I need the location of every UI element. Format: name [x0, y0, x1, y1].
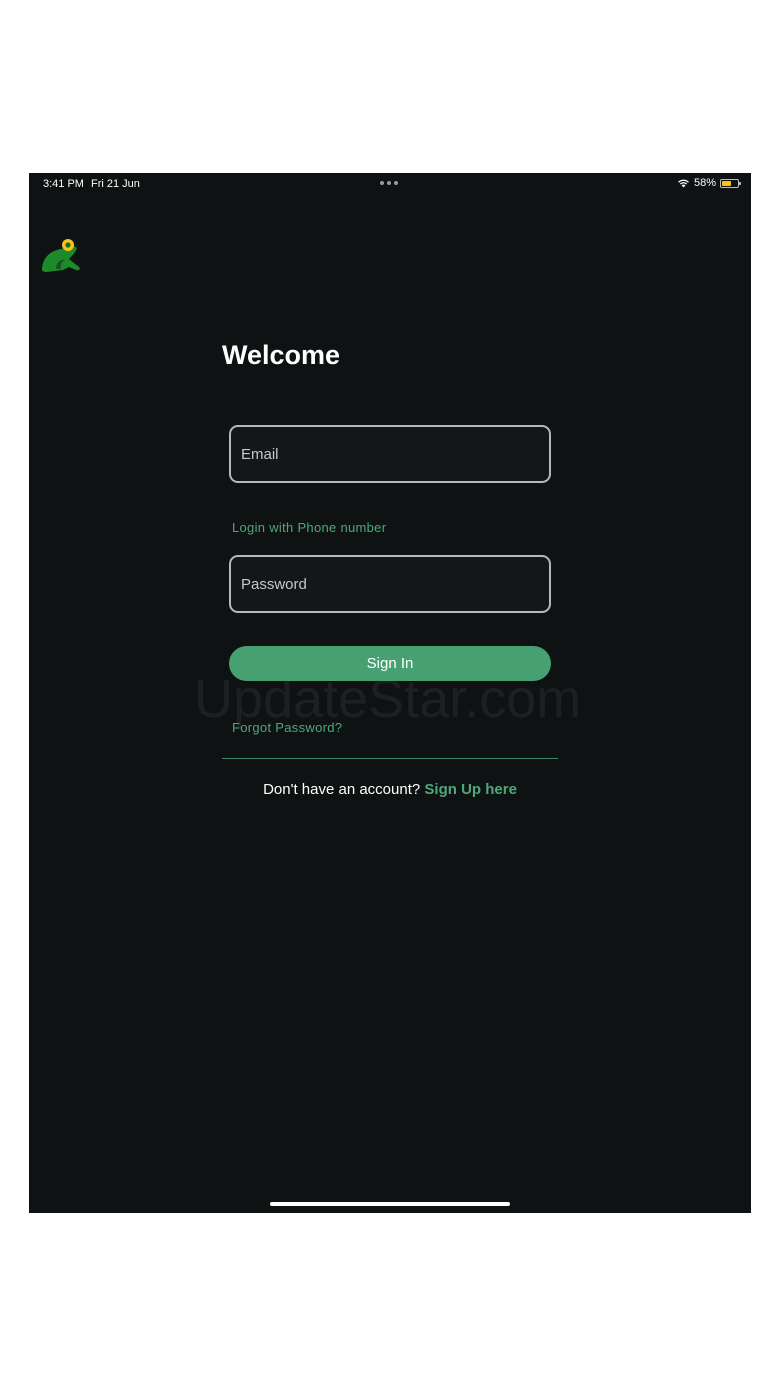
battery-icon — [720, 178, 741, 188]
email-input[interactable] — [229, 425, 551, 483]
battery-percent: 58% — [693, 177, 716, 189]
welcome-title: Welcome — [222, 340, 341, 370]
app-screen: 3:41 PM Fri 21 Jun 58% Welcome Login wit… — [29, 173, 751, 1213]
login-with-phone-link[interactable]: Login with Phone number — [232, 520, 386, 535]
home-indicator[interactable] — [270, 1202, 510, 1206]
divider — [222, 758, 558, 759]
forgot-password-link[interactable]: Forgot Password? — [232, 720, 342, 735]
sign-up-link[interactable]: Sign Up here — [424, 781, 517, 798]
frog-logo-icon — [42, 239, 80, 272]
wifi-icon — [678, 179, 689, 188]
battery-cap — [739, 181, 741, 185]
password-input[interactable] — [229, 555, 551, 613]
status-bar: 3:41 PM Fri 21 Jun 58% — [29, 173, 751, 195]
sign-in-button[interactable]: Sign In — [229, 646, 551, 681]
no-account-text: Don't have an account? — [263, 781, 421, 798]
status-time: 3:41 PM — [43, 178, 84, 190]
multitasking-dots-icon[interactable] — [380, 181, 398, 185]
battery-fill — [722, 180, 731, 186]
signup-prompt: Don't have an account? Sign Up here — [29, 781, 751, 798]
status-date: Fri 21 Jun — [91, 178, 140, 190]
status-right-group: 58% — [677, 177, 741, 189]
